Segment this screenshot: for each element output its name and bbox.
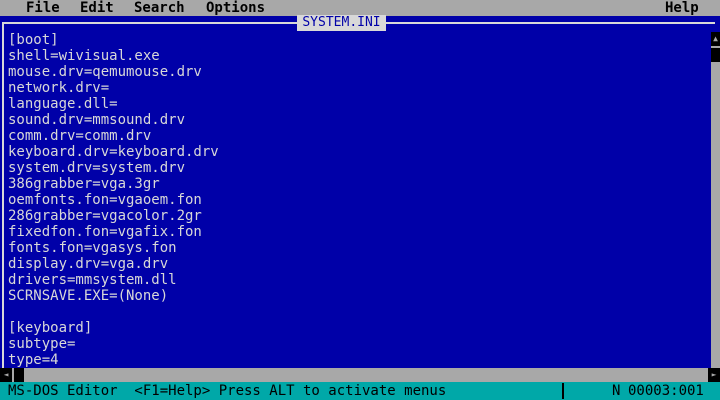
text-line[interactable]: subtype= [8,336,708,352]
status-bar: MS-DOS Editor <F1=Help> Press ALT to act… [0,382,720,400]
scroll-left-arrow-icon[interactable]: ◄ [0,368,12,382]
text-line[interactable]: [boot] [8,32,708,48]
text-line[interactable]: fonts.fon=vgasys.fon [8,240,708,256]
status-message: MS-DOS Editor <F1=Help> Press ALT to act… [8,383,447,399]
text-line[interactable]: 286grabber=vgacolor.2gr [8,208,708,224]
text-line[interactable]: system.drv=system.drv [8,160,708,176]
vertical-scroll-thumb[interactable] [711,48,720,62]
text-line[interactable]: mouse.drv=qemumouse.drv [8,64,708,80]
text-line[interactable]: language.dll= [8,96,708,112]
menu-options[interactable]: Options [204,0,267,16]
text-line[interactable]: network.drv= [8,80,708,96]
scroll-right-arrow-icon[interactable]: ► [708,368,720,382]
text-line[interactable]: keyboard.drv=keyboard.drv [8,144,708,160]
horizontal-scroll-thumb[interactable] [14,368,24,382]
menu-search[interactable]: Search [132,0,187,16]
text-line[interactable]: display.drv=vga.drv [8,256,708,272]
menu-help[interactable]: Help [663,0,701,16]
editor-screen: File Edit Search Options Help SYSTEM.INI… [0,0,720,400]
menu-bar: File Edit Search Options Help [0,0,720,16]
status-mode: N [612,383,621,399]
text-editing-area[interactable]: [boot] shell=wivisual.exe mouse.drv=qemumo… [8,32,708,368]
text-line[interactable]: [keyboard] [8,320,708,336]
text-line[interactable]: 386grabber=vga.3gr [8,176,708,192]
vertical-scrollbar[interactable]: ▲ [711,32,720,368]
text-line[interactable]: comm.drv=comm.drv [8,128,708,144]
text-line[interactable]: drivers=mmsystem.dll [8,272,708,288]
status-divider [562,383,564,399]
scroll-up-arrow-icon[interactable]: ▲ [711,32,720,46]
menu-edit[interactable]: Edit [78,0,116,16]
text-line[interactable]: SCRNSAVE.EXE=(None) [8,288,708,304]
cursor-position: 00003:001 [628,383,704,399]
text-line[interactable]: sound.drv=mmsound.drv [8,112,708,128]
text-line[interactable]: type=4 [8,352,708,368]
text-line[interactable]: shell=wivisual.exe [8,48,708,64]
document-title: SYSTEM.INI [297,15,386,31]
text-line[interactable] [8,304,708,320]
text-line[interactable]: oemfonts.fon=vgaoem.fon [8,192,708,208]
menu-file[interactable]: File [24,0,62,16]
text-line[interactable]: fixedfon.fon=vgafix.fon [8,224,708,240]
horizontal-scrollbar[interactable]: ◄ ► [0,368,720,382]
